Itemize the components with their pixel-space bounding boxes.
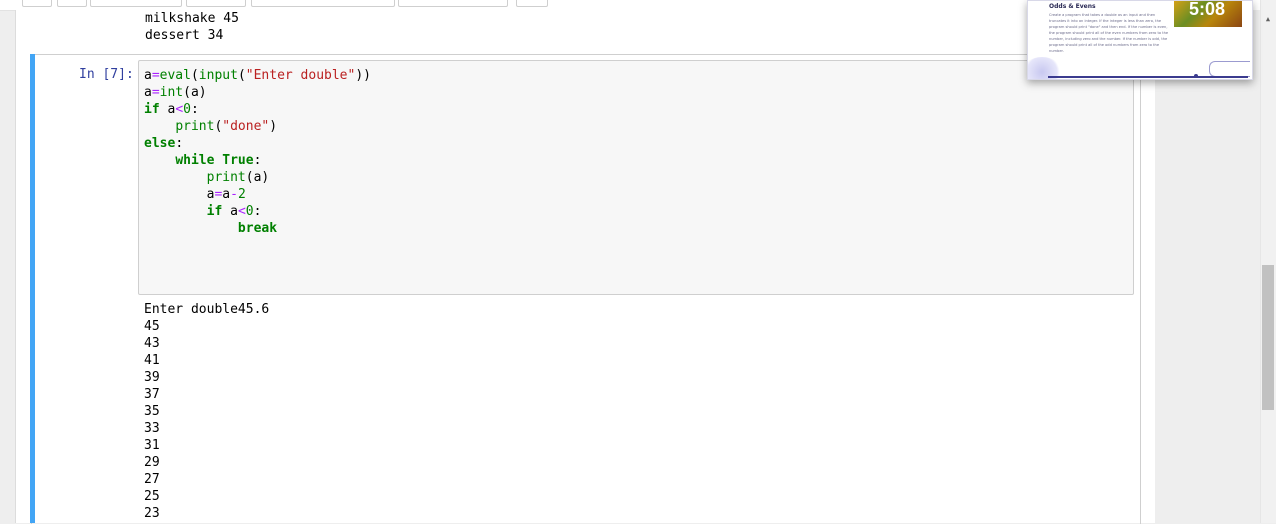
- output-line: 43: [144, 336, 160, 351]
- toolbar-button[interactable]: [22, 0, 52, 7]
- video-timestamp: 5:08: [1189, 0, 1226, 19]
- code-line: print(a): [206, 170, 270, 185]
- cell-output: Enter double45.6 45 43 41 39 37 35 33 31 29 27 25 23: [144, 301, 269, 522]
- output-line: 37: [144, 387, 160, 402]
- output-line: 29: [144, 455, 160, 470]
- output-line: Enter double45.6: [144, 302, 270, 317]
- code-line: else:: [144, 136, 184, 151]
- toolbar-button[interactable]: [57, 0, 87, 7]
- previous-cell-output: milkshake 45 dessert 34: [145, 10, 239, 44]
- code-line: a=eval(input("Enter double")): [144, 68, 371, 83]
- scrollbar-thumb[interactable]: [1262, 265, 1274, 410]
- scroll-up-icon[interactable]: ▲: [1263, 14, 1273, 24]
- code-line: break: [237, 221, 278, 236]
- code-line: if a<0:: [206, 204, 262, 219]
- toolbar-button-group[interactable]: [186, 0, 246, 7]
- overlay-title: Odds & Evens: [1049, 3, 1096, 10]
- output-line: 33: [144, 421, 160, 436]
- right-gutter: [1155, 10, 1260, 523]
- code-line: print("done"): [175, 119, 278, 134]
- assignment-overlay[interactable]: Odds & Evens Create a program that takes…: [1027, 0, 1253, 80]
- toolbar-button-group[interactable]: [90, 0, 182, 7]
- output-line: 31: [144, 438, 160, 453]
- output-line: 41: [144, 353, 160, 368]
- toolbar-button-group[interactable]: [251, 0, 395, 7]
- code-line: a=int(a): [144, 85, 207, 100]
- output-line: 27: [144, 472, 160, 487]
- notebook-container: milkshake 45 dessert 34 In [7]: a=eval(in…: [15, 10, 1156, 524]
- code-line: a=a-2: [144, 187, 246, 202]
- output-line: 25: [144, 489, 160, 504]
- code-text[interactable]: a=eval(input("Enter double")) a=int(a) if …: [144, 67, 371, 237]
- overlay-description: Create a program that takes a double as …: [1049, 13, 1169, 53]
- cell-type-select[interactable]: [398, 0, 508, 7]
- output-line: 35: [144, 404, 160, 419]
- output-line: 45: [144, 319, 160, 334]
- progress-dot: [1194, 74, 1198, 78]
- selected-cell-indicator: [30, 54, 35, 523]
- code-line: if a<0:: [144, 102, 199, 117]
- toolbar-button[interactable]: [516, 0, 548, 7]
- progress-bar: [1048, 76, 1248, 78]
- code-line: while True:: [175, 153, 262, 168]
- output-line: 23: [144, 506, 160, 521]
- decorative-frame: [1209, 61, 1250, 77]
- output-line: 39: [144, 370, 160, 385]
- input-prompt: In [7]:: [79, 67, 134, 82]
- output-line: milkshake 45: [145, 11, 239, 26]
- output-line: dessert 34: [145, 28, 224, 43]
- vertical-scrollbar[interactable]: [1260, 0, 1276, 523]
